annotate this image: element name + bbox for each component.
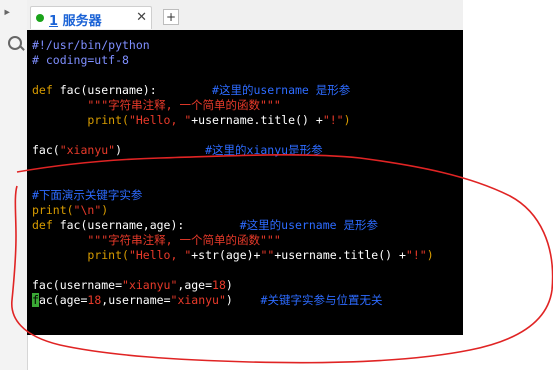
code-string: "Hello, " [128, 248, 192, 262]
terminal-panel[interactable]: #!/usr/bin/python # coding=utf-8 def fac… [27, 30, 463, 335]
code-text: ) [225, 278, 233, 292]
code-paren: ) [343, 113, 351, 127]
new-tab-button[interactable]: + [163, 9, 179, 25]
keyword: print( [32, 203, 74, 217]
code-line: print("Hello, "+str(age)+""+username.tit… [32, 248, 434, 263]
code-line: """字符串注释, 一个简单的函数""" [32, 98, 281, 112]
code-line: # coding=utf-8 [32, 53, 129, 67]
code-string: "!" [322, 113, 344, 127]
tab-server[interactable]: 1 服务器 ✕ [30, 6, 152, 29]
sidebar-toggle-icon[interactable]: ▸ [3, 4, 11, 20]
connection-status-icon [36, 14, 44, 22]
tab-label: 1 服务器 [49, 10, 102, 29]
code-line: print("\n") [32, 203, 108, 218]
code-line: fac("xianyu") #这里的xianyu是形参 [32, 143, 323, 158]
code-string: "" [260, 248, 275, 262]
keyword: print( [87, 248, 129, 262]
keyword: def [32, 218, 53, 232]
search-icon[interactable] [8, 36, 22, 50]
code-line: """字符串注释, 一个简单的函数""" [32, 233, 281, 247]
text-cursor: f [32, 293, 39, 307]
code-string: "Hello, " [128, 113, 192, 127]
code-text: fac(username= [32, 278, 123, 292]
code-text: ,age= [177, 278, 213, 292]
code-line: fac(age=18,username="xianyu") #关键字实参与位置无… [32, 293, 382, 308]
code-number: 18 [87, 293, 102, 307]
code-text: fac( [32, 143, 60, 157]
code-string: "xianyu" [122, 278, 178, 292]
code-comment: #这里的username 是形参 [156, 83, 351, 97]
code-string: "xianyu" [59, 143, 116, 157]
code-number: 18 [212, 278, 226, 292]
code-text: +str(age)+ [191, 248, 261, 262]
code-text: ) [115, 143, 123, 157]
code-line: #下面演示关键字实参 [32, 188, 143, 202]
left-sidebar: ▸ [0, 0, 28, 370]
code-string: "xianyu" [170, 293, 226, 307]
close-icon[interactable]: ✕ [136, 10, 147, 25]
code-comment: #关键字实参与位置无关 [232, 293, 383, 307]
code-string: "\n" [73, 203, 102, 217]
code-text: ,username= [101, 293, 171, 307]
keyword: def [32, 83, 53, 97]
code-line: def fac(username,age): #这里的username 是形参 [32, 218, 378, 233]
code-text: +username.title() + [274, 248, 406, 262]
tab-number: 1 [49, 14, 59, 29]
code-comment: #这里的username 是形参 [184, 218, 378, 232]
code-line: def fac(username): #这里的username 是形参 [32, 83, 350, 98]
code-string: "!" [405, 248, 427, 262]
keyword: print( [87, 113, 129, 127]
code-text: fac(username,age): [52, 218, 185, 232]
code-text: ac(age= [38, 293, 88, 307]
code-text: +username.title() + [191, 113, 323, 127]
code-text: fac(username): [52, 83, 157, 97]
tab-bar: 1 服务器 ✕ + [27, 0, 463, 31]
code-paren: ) [426, 248, 434, 262]
code-line: fac(username="xianyu",age=18) [32, 278, 233, 293]
code-comment: #这里的xianyu是形参 [122, 143, 323, 157]
tab-title: 服务器 [62, 14, 102, 29]
code-text: ) [225, 293, 233, 307]
code-line: print("Hello, "+username.title() +"!") [32, 113, 351, 128]
code-line: #!/usr/bin/python [32, 38, 150, 52]
code-paren: ) [101, 203, 109, 217]
